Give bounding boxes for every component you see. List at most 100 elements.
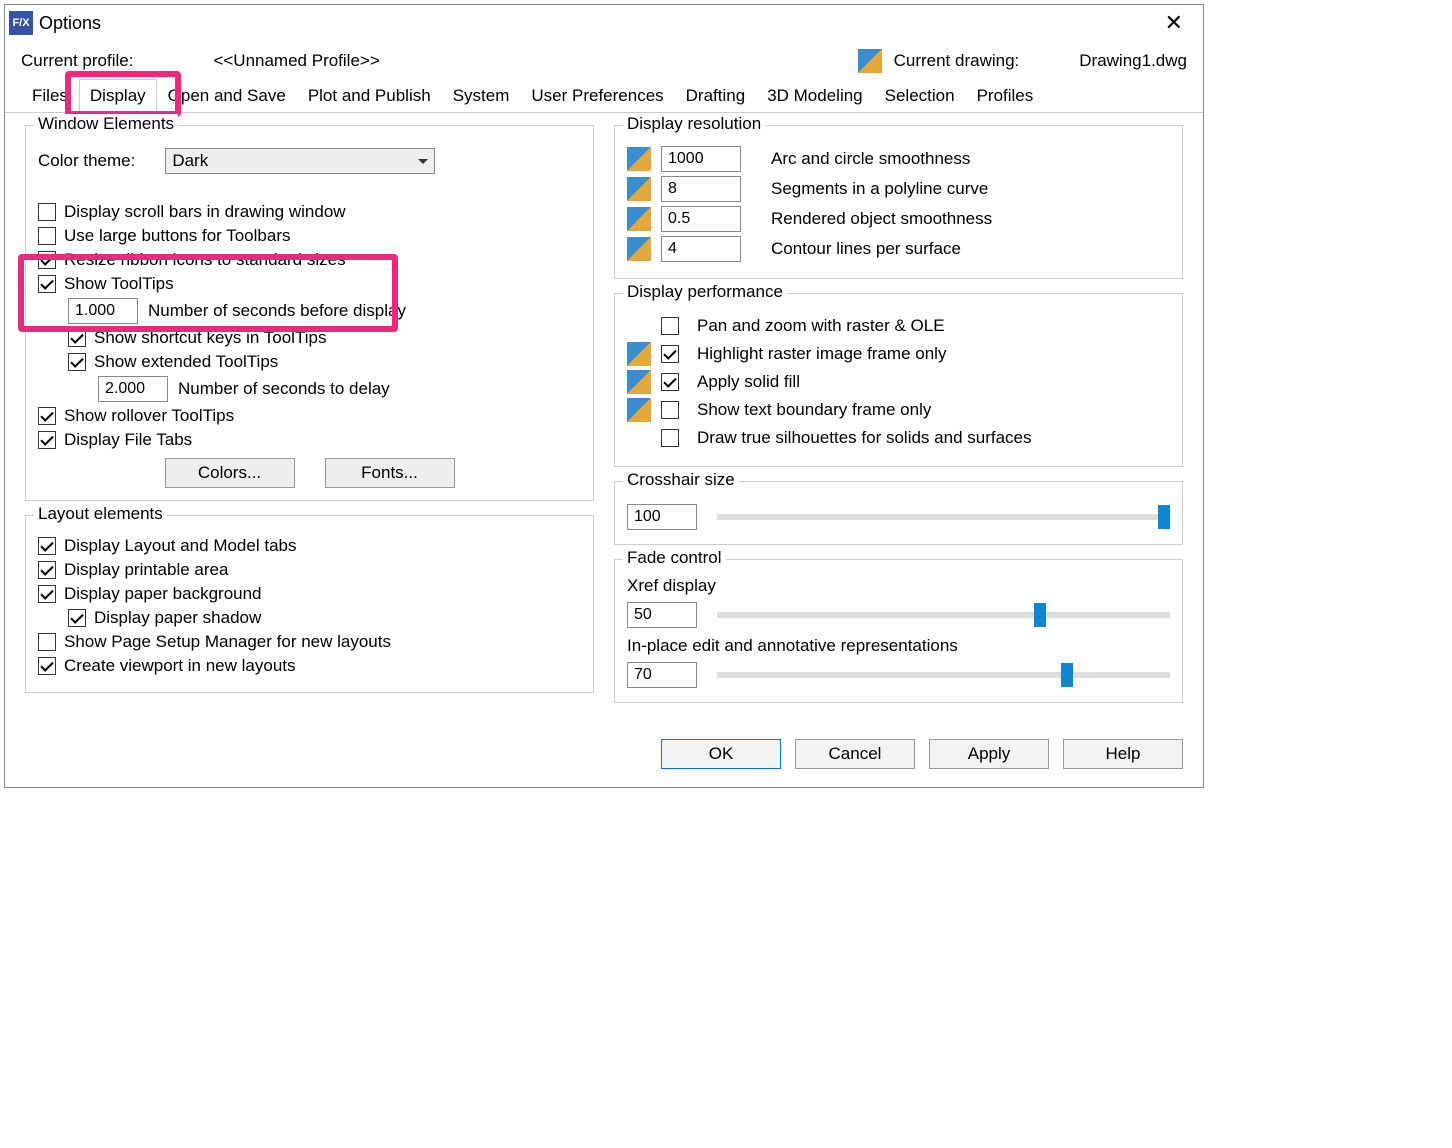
- app-icon: F/X: [9, 11, 33, 35]
- input-tooltip-delay[interactable]: [68, 298, 138, 324]
- label-polyline-segments: Segments in a polyline curve: [771, 179, 988, 199]
- group-layout-elements: Layout elements Display Layout and Model…: [25, 515, 594, 693]
- dialog-title: Options: [39, 13, 1155, 34]
- checkbox-silhouettes[interactable]: [661, 429, 679, 447]
- checkbox-create-viewport[interactable]: [38, 657, 56, 675]
- header-row: Current profile: <<Unnamed Profile>> Cur…: [5, 41, 1203, 75]
- apply-button[interactable]: Apply: [929, 739, 1049, 769]
- tab-plot-and-publish[interactable]: Plot and Publish: [297, 79, 442, 112]
- sysvar-icon: [627, 147, 651, 171]
- label-tooltip-delay: Number of seconds before display: [148, 301, 406, 321]
- label-printable-area: Display printable area: [64, 560, 228, 580]
- label-paper-shadow: Display paper shadow: [94, 608, 261, 628]
- label-pan-zoom: Pan and zoom with raster & OLE: [697, 316, 945, 336]
- current-drawing-value: Drawing1.dwg: [1079, 51, 1187, 71]
- chevron-down-icon: [418, 159, 428, 164]
- label-extended-tooltips: Show extended ToolTips: [94, 352, 278, 372]
- tab-display[interactable]: Display: [79, 79, 157, 113]
- right-column: Display resolution Arc and circle smooth…: [614, 125, 1183, 717]
- checkbox-solid-fill[interactable]: [661, 373, 679, 391]
- group-fade-control: Fade control Xref display In-place edit …: [614, 559, 1183, 703]
- tab-system[interactable]: System: [442, 79, 521, 112]
- group-title-layout-elements: Layout elements: [34, 504, 167, 524]
- slider-xref[interactable]: [717, 612, 1170, 618]
- drawing-icon: [858, 49, 882, 73]
- options-dialog: F/X Options ✕ Current profile: <<Unnamed…: [4, 4, 1204, 788]
- color-theme-value: Dark: [172, 151, 208, 171]
- sysvar-icon: [627, 207, 651, 231]
- color-theme-select[interactable]: Dark: [165, 148, 435, 174]
- tab-user-preferences[interactable]: User Preferences: [520, 79, 674, 112]
- colors-button[interactable]: Colors...: [165, 458, 295, 488]
- checkbox-layout-tabs[interactable]: [38, 537, 56, 555]
- sysvar-icon: [627, 398, 651, 422]
- checkbox-text-boundary[interactable]: [661, 401, 679, 419]
- checkbox-page-setup-mgr[interactable]: [38, 633, 56, 651]
- group-display-performance: Display performance Pan and zoom with ra…: [614, 293, 1183, 467]
- input-arc-smoothness[interactable]: [661, 146, 741, 172]
- label-arc-smoothness: Arc and circle smoothness: [771, 149, 970, 169]
- blank-icon: [627, 426, 651, 450]
- label-solid-fill: Apply solid fill: [697, 372, 800, 392]
- help-button[interactable]: Help: [1063, 739, 1183, 769]
- input-contour-lines[interactable]: [661, 236, 741, 262]
- left-column: Window Elements Color theme: Dark Displa…: [25, 125, 594, 717]
- label-contour-lines: Contour lines per surface: [771, 239, 961, 259]
- input-inplace-edit[interactable]: [627, 662, 697, 688]
- current-profile-value: <<Unnamed Profile>>: [213, 51, 379, 71]
- label-text-boundary: Show text boundary frame only: [697, 400, 931, 420]
- slider-crosshair[interactable]: [717, 514, 1170, 520]
- checkbox-shortcut-keys[interactable]: [68, 329, 86, 347]
- group-title-window-elements: Window Elements: [34, 114, 178, 134]
- slider-inplace[interactable]: [717, 672, 1170, 678]
- tab-profiles[interactable]: Profiles: [966, 79, 1045, 112]
- checkbox-rollover-tooltips[interactable]: [38, 407, 56, 425]
- current-drawing-label: Current drawing:: [894, 51, 1020, 71]
- dialog-buttons: OK Cancel Apply Help: [5, 725, 1203, 787]
- tab-drafting[interactable]: Drafting: [675, 79, 757, 112]
- checkbox-paper-shadow[interactable]: [68, 609, 86, 627]
- cancel-button[interactable]: Cancel: [795, 739, 915, 769]
- tab-files[interactable]: Files: [21, 79, 79, 112]
- ok-button[interactable]: OK: [661, 739, 781, 769]
- input-xref-display[interactable]: [627, 602, 697, 628]
- label-create-viewport: Create viewport in new layouts: [64, 656, 296, 676]
- input-crosshair-size[interactable]: [627, 504, 697, 530]
- checkbox-paper-background[interactable]: [38, 585, 56, 603]
- tab-selection[interactable]: Selection: [874, 79, 966, 112]
- label-paper-background: Display paper background: [64, 584, 262, 604]
- group-crosshair-size: Crosshair size: [614, 481, 1183, 545]
- close-icon[interactable]: ✕: [1155, 10, 1193, 36]
- group-title-display-resolution: Display resolution: [623, 114, 765, 134]
- input-polyline-segments[interactable]: [661, 176, 741, 202]
- group-title-fade: Fade control: [623, 548, 726, 568]
- slider-thumb-icon: [1158, 505, 1170, 529]
- tab-open-and-save[interactable]: Open and Save: [157, 79, 297, 112]
- input-ext-tooltip-delay[interactable]: [98, 376, 168, 402]
- checkbox-printable-area[interactable]: [38, 561, 56, 579]
- checkbox-show-tooltips[interactable]: [38, 275, 56, 293]
- label-resize-ribbon: Resize ribbon icons to standard sizes: [64, 250, 346, 270]
- sysvar-icon: [627, 370, 651, 394]
- slider-thumb-icon: [1034, 603, 1046, 627]
- group-window-elements: Window Elements Color theme: Dark Displa…: [25, 125, 594, 501]
- checkbox-highlight-raster[interactable]: [661, 345, 679, 363]
- slider-thumb-icon: [1061, 663, 1073, 687]
- checkbox-pan-zoom[interactable]: [661, 317, 679, 335]
- sysvar-icon: [627, 237, 651, 261]
- label-shortcut-keys: Show shortcut keys in ToolTips: [94, 328, 326, 348]
- label-large-buttons: Use large buttons for Toolbars: [64, 226, 290, 246]
- label-layout-tabs: Display Layout and Model tabs: [64, 536, 296, 556]
- checkbox-scroll-bars[interactable]: [38, 203, 56, 221]
- label-highlight-raster: Highlight raster image frame only: [697, 344, 946, 364]
- current-profile-label: Current profile:: [21, 51, 133, 71]
- label-rollover-tooltips: Show rollover ToolTips: [64, 406, 234, 426]
- fonts-button[interactable]: Fonts...: [325, 458, 455, 488]
- checkbox-file-tabs[interactable]: [38, 431, 56, 449]
- input-rendered-smoothness[interactable]: [661, 206, 741, 232]
- label-page-setup-mgr: Show Page Setup Manager for new layouts: [64, 632, 391, 652]
- tab-3d-modeling[interactable]: 3D Modeling: [756, 79, 873, 112]
- checkbox-extended-tooltips[interactable]: [68, 353, 86, 371]
- checkbox-resize-ribbon[interactable]: [38, 251, 56, 269]
- checkbox-large-buttons[interactable]: [38, 227, 56, 245]
